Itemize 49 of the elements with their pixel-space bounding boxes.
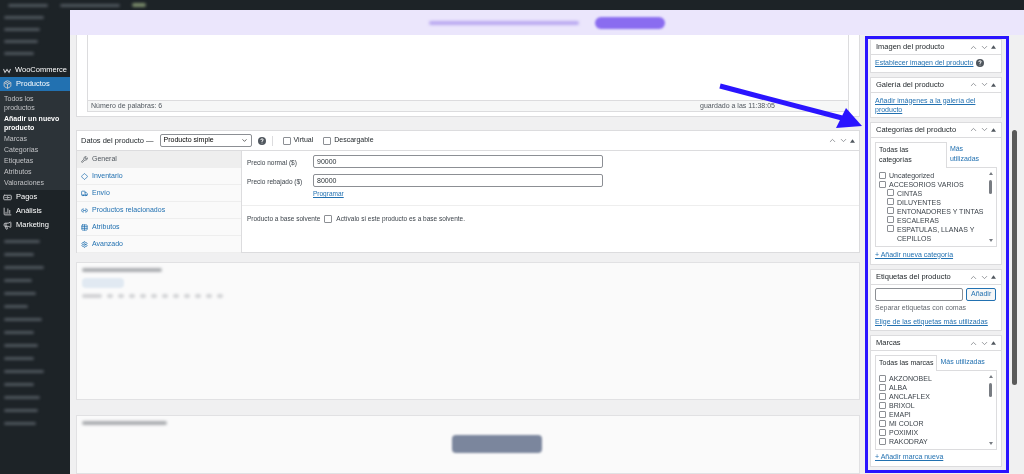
- collapse-icon[interactable]: [991, 127, 996, 132]
- truck-icon: [81, 189, 88, 197]
- help-icon[interactable]: [976, 59, 985, 68]
- box-icon: [3, 79, 12, 89]
- megaphone-icon: [3, 220, 12, 230]
- checkbox[interactable]: [879, 428, 886, 436]
- settings-icon: [81, 240, 88, 248]
- link-icon: [81, 206, 88, 214]
- collapse-icon[interactable]: [991, 45, 996, 49]
- wrench-icon: [81, 155, 88, 163]
- checkbox[interactable]: [324, 214, 333, 223]
- scroll-up-icon[interactable]: [988, 374, 993, 378]
- move-up-icon[interactable]: [969, 125, 978, 134]
- scroll-thumb[interactable]: [989, 382, 992, 397]
- checkbox[interactable]: [879, 419, 886, 427]
- card-icon: [3, 192, 12, 202]
- scroll-down-icon[interactable]: [988, 441, 993, 445]
- scroll-thumb[interactable]: [989, 179, 992, 194]
- chart-icon: [3, 206, 12, 216]
- checkbox[interactable]: [879, 180, 886, 188]
- checkbox[interactable]: [887, 197, 894, 205]
- collapse-icon[interactable]: [850, 138, 855, 143]
- checkbox[interactable]: [879, 171, 886, 179]
- checkbox[interactable]: [887, 215, 894, 223]
- scroll-down-icon[interactable]: [988, 238, 993, 242]
- table-icon: [81, 223, 88, 231]
- help-icon[interactable]: [257, 136, 266, 145]
- checkbox[interactable]: [879, 401, 886, 409]
- move-up-icon[interactable]: [828, 136, 837, 145]
- checkbox[interactable]: [282, 136, 291, 145]
- scroll-up-icon[interactable]: [988, 171, 993, 175]
- banner-button[interactable]: [595, 16, 665, 29]
- checkbox[interactable]: [887, 188, 894, 196]
- move-up-icon[interactable]: [969, 80, 978, 89]
- collapse-icon[interactable]: [991, 341, 996, 345]
- tag-input[interactable]: [875, 288, 963, 301]
- collapse-icon[interactable]: [991, 275, 996, 279]
- checkbox[interactable]: [879, 437, 886, 445]
- chevron-icon: [240, 137, 248, 144]
- blurred-text: [132, 3, 146, 7]
- checkbox[interactable]: [879, 383, 886, 391]
- checkbox[interactable]: [879, 410, 886, 418]
- checkbox[interactable]: [323, 136, 332, 145]
- collapse-icon[interactable]: [991, 82, 996, 87]
- checkbox[interactable]: [879, 392, 886, 400]
- checkbox[interactable]: [879, 374, 886, 382]
- checkbox[interactable]: [887, 224, 894, 232]
- diamond-icon: [81, 172, 88, 180]
- checkbox[interactable]: [887, 206, 894, 214]
